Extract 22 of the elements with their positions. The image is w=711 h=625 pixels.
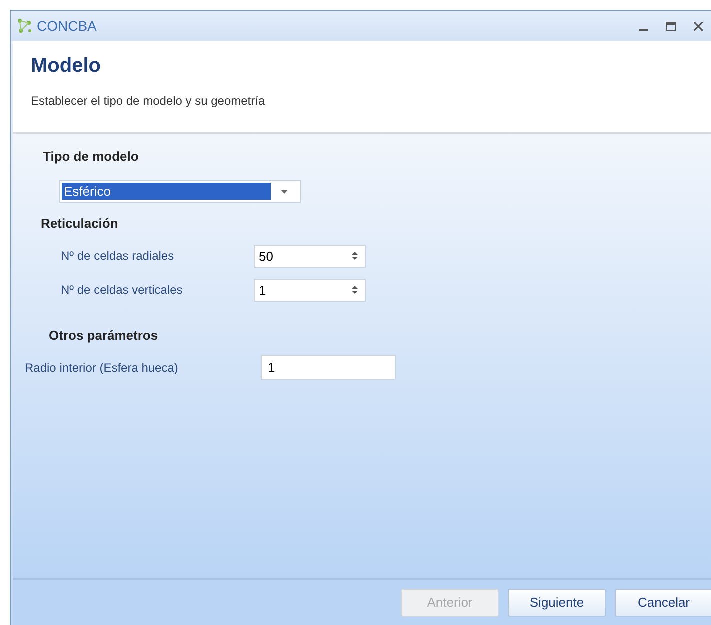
section-heading: Otros parámetros xyxy=(49,328,158,343)
number-spinner[interactable]: 1 xyxy=(254,278,366,302)
field-label: Nº de celdas radiales xyxy=(61,249,176,263)
maximize-icon[interactable] xyxy=(666,22,676,30)
field-label: Radio interior (Esfera hueca) xyxy=(25,360,180,374)
spin-arrows-icon[interactable] xyxy=(351,251,359,261)
dropdown-arrow-icon[interactable] xyxy=(281,190,288,194)
dropdown-value: Esférico xyxy=(62,183,271,200)
close-icon[interactable] xyxy=(694,22,703,30)
input-field[interactable]: 1 xyxy=(261,355,396,380)
field-label: Nº de celdas verticales xyxy=(61,283,184,297)
section-heading: Tipo de modelo xyxy=(43,149,139,164)
page-title: Modelo xyxy=(31,55,102,78)
spin-arrows-icon[interactable] xyxy=(351,285,359,295)
wizard-button[interactable]: Cancelar xyxy=(615,588,711,616)
model-type-dropdown[interactable]: Esférico xyxy=(59,180,301,203)
section-heading: Reticulación xyxy=(41,216,118,231)
window-title: CONCBA xyxy=(37,18,98,34)
app-network-icon xyxy=(17,18,33,34)
page-subtitle: Establecer el tipo de modelo y su geometría xyxy=(31,94,266,108)
number-spinner[interactable]: 50 xyxy=(254,244,366,268)
wizard-button[interactable]: Siguiente xyxy=(508,588,606,616)
